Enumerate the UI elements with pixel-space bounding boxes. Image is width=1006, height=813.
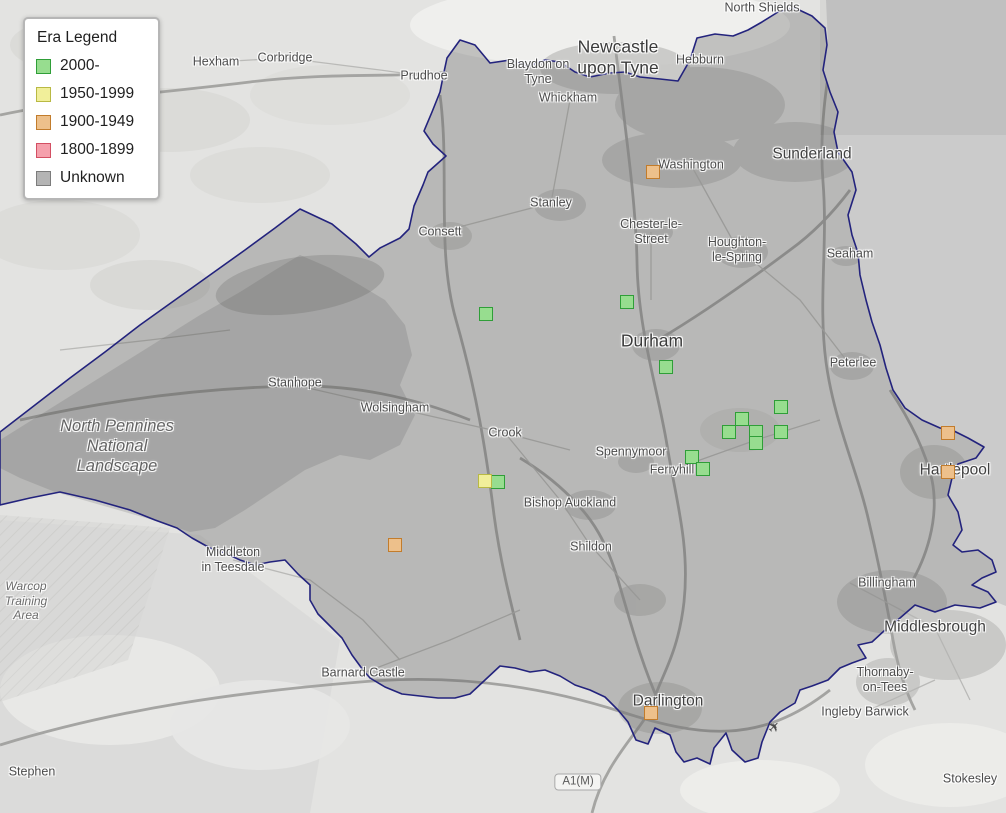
legend-item: 1800-1899 [36, 141, 148, 159]
era-marker[interactable] [774, 400, 788, 414]
era-marker[interactable] [735, 412, 749, 426]
legend-item-label: Unknown [60, 169, 125, 187]
era-marker[interactable] [749, 436, 763, 450]
era-marker[interactable] [774, 425, 788, 439]
era-legend: Era Legend 2000- 1950-1999 1900-1949 1800-1… [23, 17, 160, 200]
map-canvas[interactable]: Newcastle upon TyneNorth ShieldsHebburnB… [0, 0, 1006, 813]
legend-swatch-icon [36, 59, 51, 74]
legend-swatch-icon [36, 171, 51, 186]
legend-swatch-icon [36, 143, 51, 158]
era-marker[interactable] [491, 475, 505, 489]
era-marker[interactable] [620, 295, 634, 309]
legend-title: Era Legend [37, 29, 148, 47]
era-marker[interactable] [388, 538, 402, 552]
era-marker[interactable] [646, 165, 660, 179]
road-badge-a1m: A1(M) [554, 774, 601, 791]
legend-swatch-icon [36, 87, 51, 102]
legend-item-label: 1950-1999 [60, 85, 134, 103]
legend-item-label: 1900-1949 [60, 113, 134, 131]
era-marker[interactable] [696, 462, 710, 476]
era-marker[interactable] [659, 360, 673, 374]
era-marker[interactable] [644, 706, 658, 720]
legend-item-label: 1800-1899 [60, 141, 134, 159]
legend-item-label: 2000- [60, 57, 100, 75]
era-marker[interactable] [722, 425, 736, 439]
legend-item: 1950-1999 [36, 85, 148, 103]
legend-swatch-icon [36, 115, 51, 130]
era-marker[interactable] [941, 465, 955, 479]
legend-item: 2000- [36, 57, 148, 75]
era-marker[interactable] [478, 474, 492, 488]
legend-item: 1900-1949 [36, 113, 148, 131]
sea-shade [820, 0, 1006, 135]
era-marker[interactable] [941, 426, 955, 440]
legend-items: 2000- 1950-1999 1900-1949 1800-1899 Unknown [36, 57, 148, 187]
era-marker[interactable] [479, 307, 493, 321]
legend-item: Unknown [36, 169, 148, 187]
